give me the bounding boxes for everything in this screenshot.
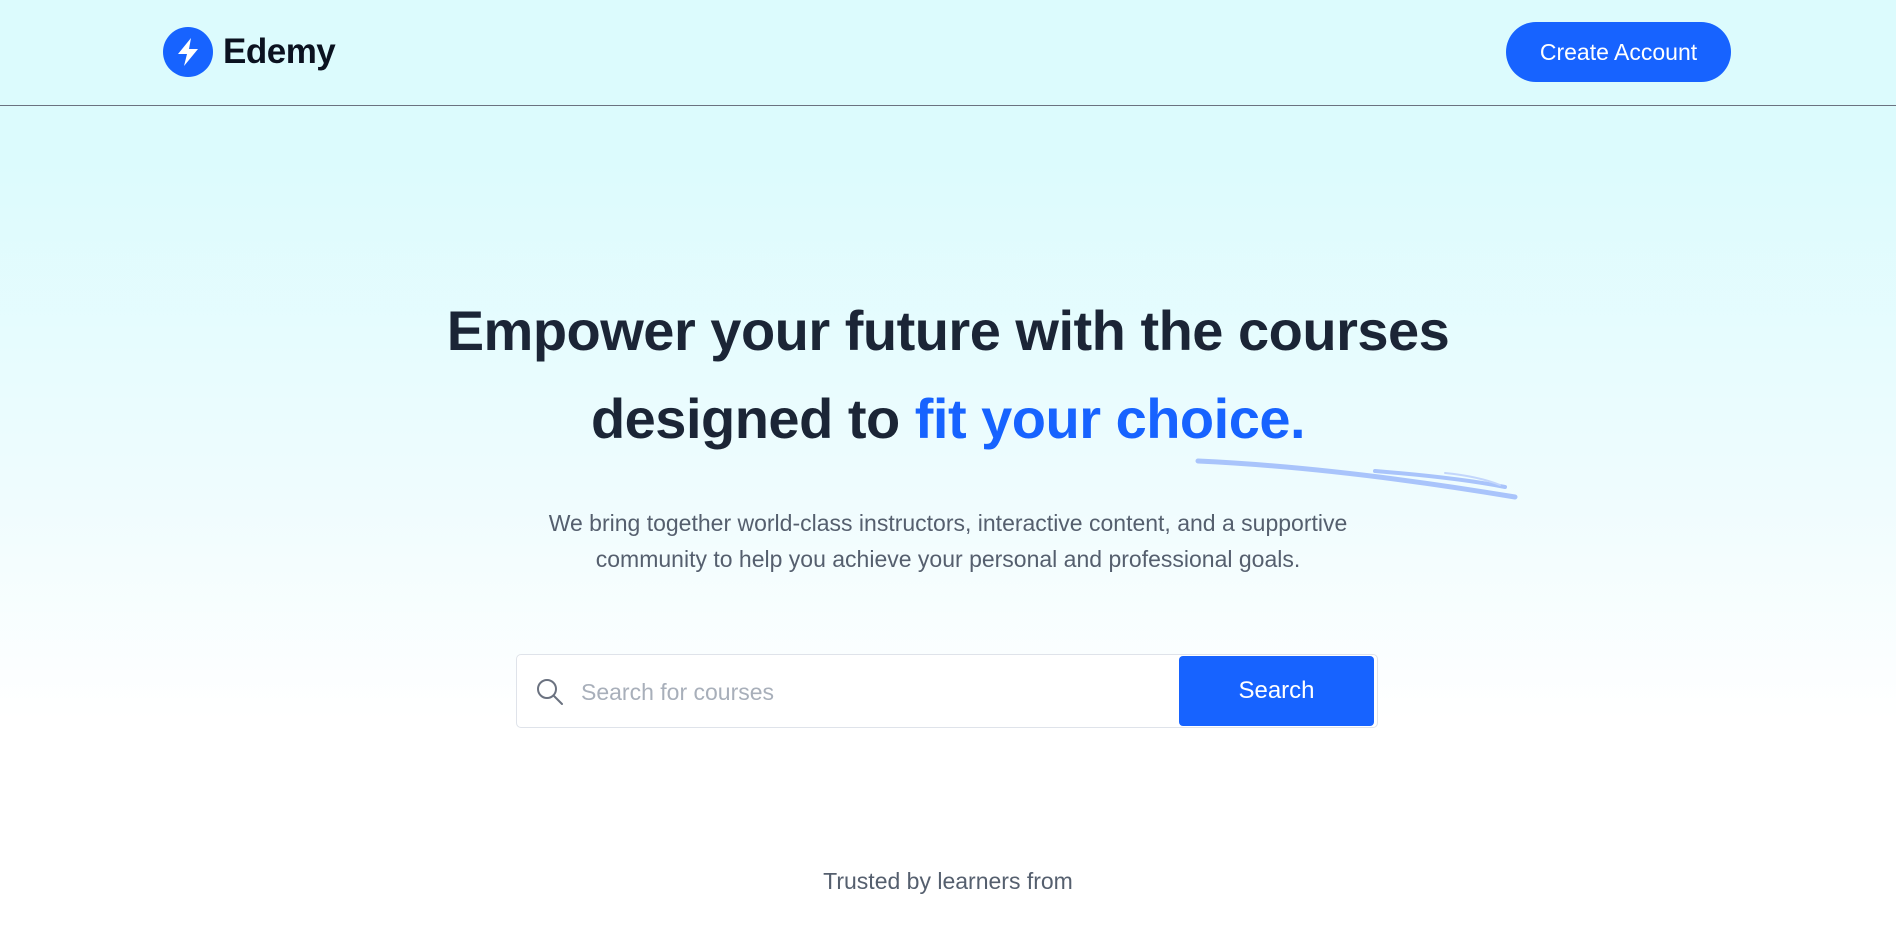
search-icon xyxy=(536,678,564,711)
trusted-by-label: Trusted by learners from xyxy=(823,868,1073,894)
search-bar: Search xyxy=(516,654,1378,728)
create-account-button[interactable]: Create Account xyxy=(1506,22,1731,82)
lightning-bolt-icon xyxy=(163,27,213,77)
scribble-underline-decoration xyxy=(1195,458,1518,500)
hero-subtitle: We bring together world-class instructor… xyxy=(548,510,1348,572)
navbar: Edemy Create Account xyxy=(0,0,1896,106)
brand-logo-link[interactable]: Edemy xyxy=(163,27,336,77)
hero-title-accent: fit your choice. xyxy=(914,387,1306,450)
hero-title-line2: designed to xyxy=(590,387,915,450)
hero-title-line1: Empower your future with the courses xyxy=(446,299,1450,362)
hero-title: Empower your future with the courses des… xyxy=(0,287,1896,463)
brand-name: Edemy xyxy=(223,32,336,71)
search-input[interactable] xyxy=(579,669,1163,715)
search-button[interactable]: Search xyxy=(1179,656,1374,726)
